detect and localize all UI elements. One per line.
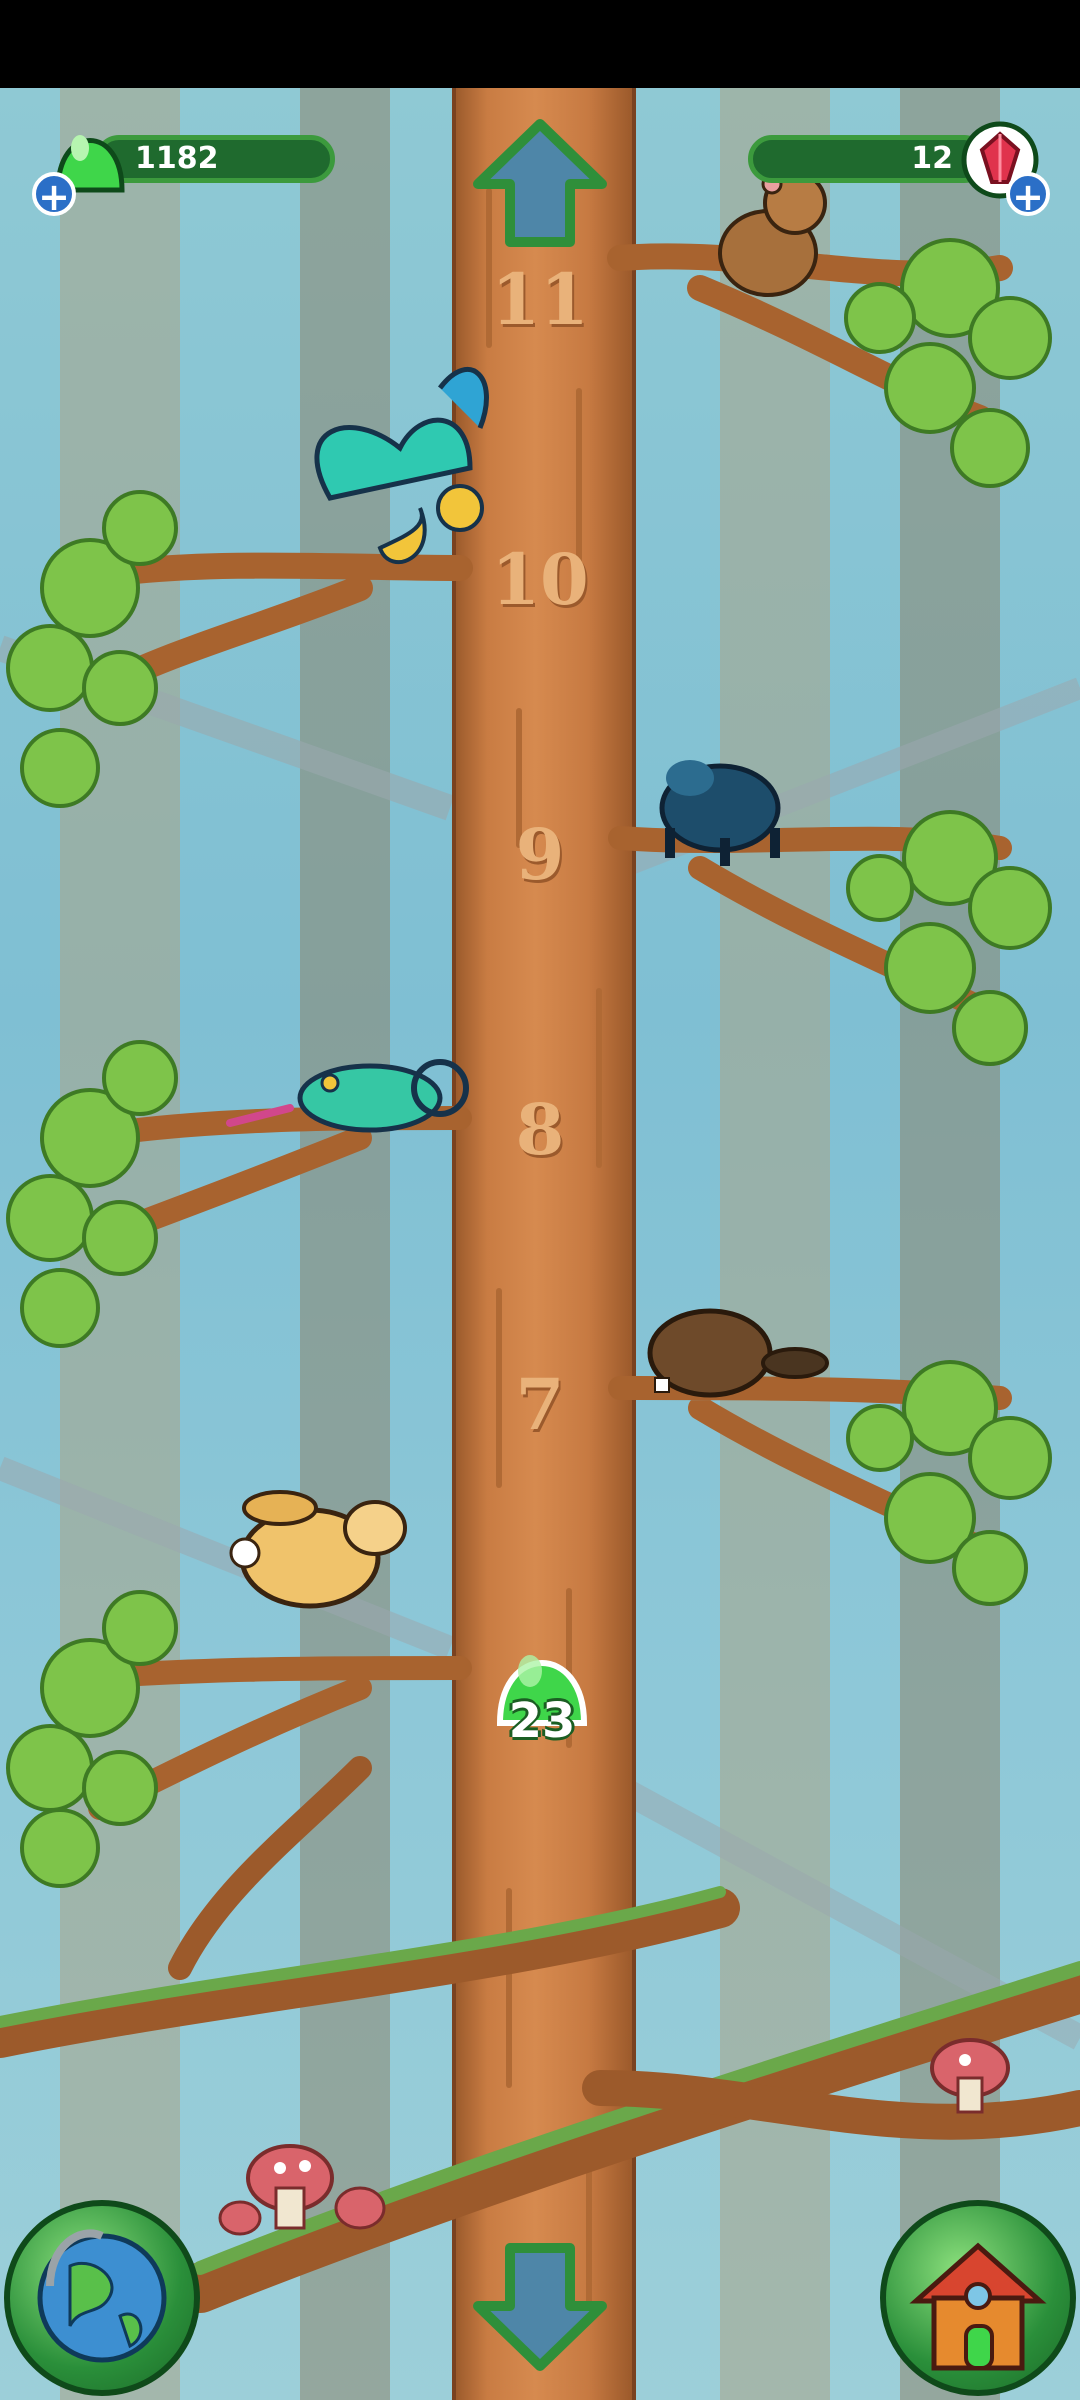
beaver-animal[interactable] (647, 1308, 829, 1398)
world-map-button[interactable] (4, 2200, 200, 2396)
tree-animals (226, 171, 829, 1609)
add-gem-button[interactable]: + (1006, 172, 1050, 218)
arrow-down-icon[interactable] (470, 2232, 610, 2372)
slime-reward-count: 23 (508, 1693, 576, 1749)
slime-counter-bar: 1182 (95, 135, 335, 183)
butterfly-seahorse-animal[interactable] (314, 367, 489, 565)
beetle-animal[interactable] (659, 760, 781, 866)
globe-icon (37, 2229, 167, 2363)
house-icon (909, 2242, 1047, 2371)
hamster-animal[interactable] (718, 171, 827, 297)
slime-reward-badge[interactable]: 23 (492, 1623, 592, 1763)
home-button[interactable] (880, 2200, 1076, 2396)
tree-level-7: 7 (515, 1363, 565, 1446)
tree-level-9: 9 (515, 813, 565, 896)
slime-count: 1182 (135, 141, 219, 176)
arrow-up-icon[interactable] (470, 118, 610, 258)
tree-level-10: 10 (491, 538, 589, 621)
tree-level-11: 11 (491, 258, 589, 341)
chameleon-animal[interactable] (226, 1059, 469, 1133)
forest-scene: 11 10 9 8 7 23 (0, 88, 1080, 2400)
tree-level-8: 8 (515, 1088, 565, 1171)
gem-count: 12 (911, 141, 953, 176)
add-slime-button[interactable]: + (32, 172, 76, 218)
bunny-animal[interactable] (229, 1490, 407, 1609)
gem-counter-bar: 12 (748, 135, 988, 183)
